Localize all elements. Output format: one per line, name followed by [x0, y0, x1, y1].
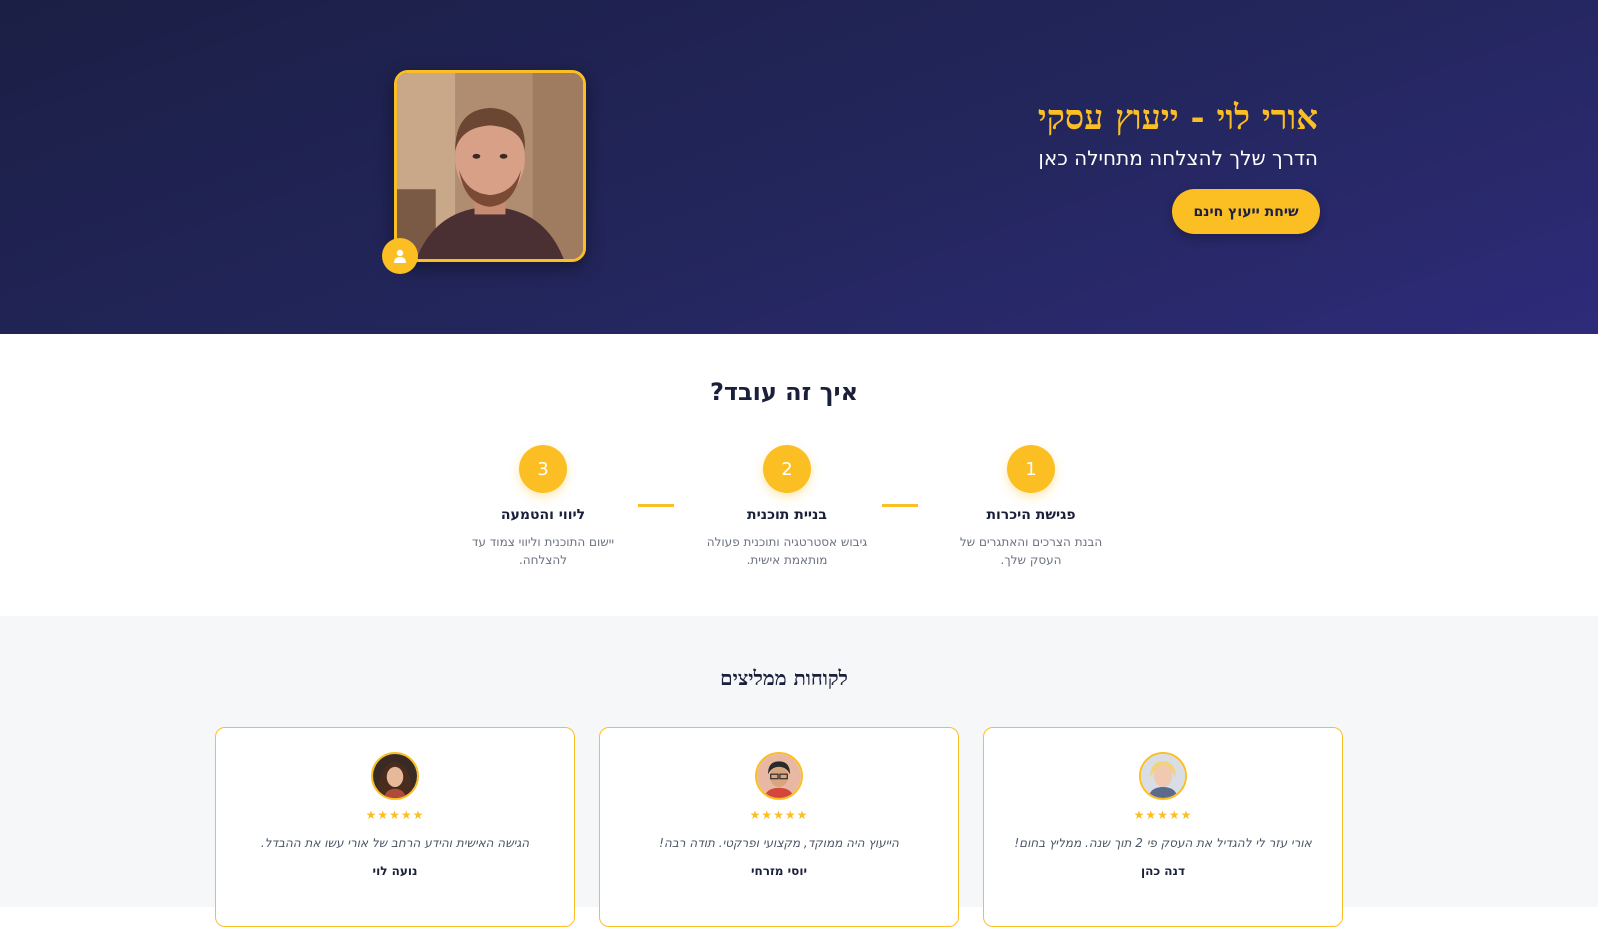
- reviewer-name: יוסי מזרחי: [750, 864, 807, 878]
- free-consultation-button[interactable]: שיחת ייעוץ חינם: [1172, 189, 1320, 234]
- step-description: יישום התוכנית וליווי צמוד עד להצלחה.: [471, 535, 615, 567]
- reviewer-name: נועה לוי: [372, 864, 418, 878]
- step-1: 1 פגישת היכרות הבנת הצרכים והאתגרים של ה…: [946, 445, 1116, 569]
- testimonials-title: לקוחות ממליצים: [720, 666, 848, 690]
- step-connector: [638, 504, 674, 507]
- reviewer-name: דנה כהן: [1140, 864, 1186, 878]
- rating-stars: ★★★★★: [365, 808, 425, 822]
- step-number: 3: [519, 445, 567, 493]
- testimonial-card: ★★★★★ אורי עזר לי להגדיל את העסק פי 2 תו…: [983, 727, 1343, 927]
- how-it-works-title: איך זה עובד?: [709, 378, 859, 406]
- hero-title: אורי לוי - ייעוץ עסקי: [1037, 98, 1318, 138]
- step-description: גיבוש אסטרטגיה ותוכנית פעולה מותאמת אישי…: [706, 535, 868, 567]
- profile-photo: [394, 70, 586, 262]
- step-number: 2: [763, 445, 811, 493]
- step-number: 1: [1007, 445, 1055, 493]
- step-description: הבנת הצרכים והאתגרים של העסק שלך.: [959, 535, 1103, 567]
- avatar: [371, 752, 419, 800]
- rating-stars: ★★★★★: [749, 808, 809, 822]
- user-icon: [394, 249, 406, 263]
- profile-badge: [382, 238, 418, 274]
- step-title: פגישת היכרות: [986, 507, 1076, 523]
- step-2: 2 בניית תוכנית גיבוש אסטרטגיה ותוכנית פע…: [702, 445, 872, 569]
- testimonial-card: ★★★★★ הייעוץ היה ממוקד, מקצועי ופרקטי. ת…: [599, 727, 959, 927]
- rating-stars: ★★★★★: [1133, 808, 1193, 822]
- testimonial-quote: הייעוץ היה ממוקד, מקצועי ופרקטי. תודה רב…: [659, 836, 899, 850]
- testimonial-quote: אורי עזר לי להגדיל את העסק פי 2 תוך שנה.…: [1014, 836, 1312, 850]
- step-connector: [882, 504, 918, 507]
- testimonial-card: ★★★★★ הגישה האישית והידע הרחב של אורי עש…: [215, 727, 575, 927]
- step-title: ליווי והטמעה: [500, 507, 586, 523]
- avatar: [1139, 752, 1187, 800]
- avatar: [755, 752, 803, 800]
- step-title: בניית תוכנית: [747, 507, 827, 523]
- testimonials-section: לקוחות ממליצים ★★★★★ אורי עזר לי להגדיל …: [0, 616, 1598, 927]
- step-3: 3 ליווי והטמעה יישום התוכנית וליווי צמוד…: [458, 445, 628, 569]
- hero-section: אורי לוי - ייעוץ עסקי הדרך שלך להצלחה מת…: [0, 0, 1598, 334]
- testimonial-quote: הגישה האישית והידע הרחב של אורי עשו את ה…: [260, 836, 530, 850]
- hero-subtitle: הדרך שלך להצלחה מתחילה כאן: [1038, 146, 1318, 170]
